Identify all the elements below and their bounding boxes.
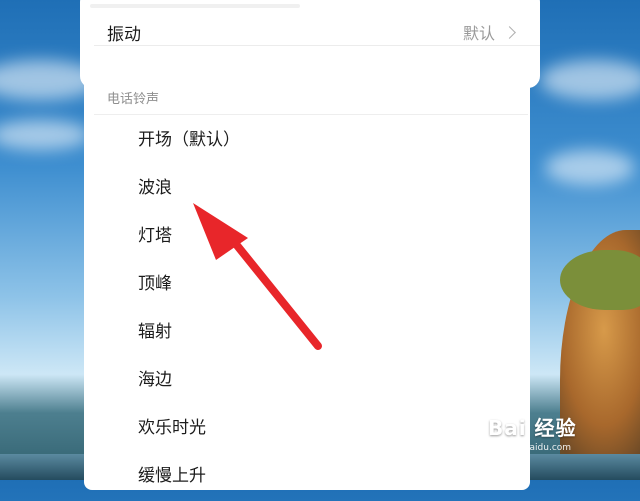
baidu-watermark: Bai 经验 jingyan.baidu.com xyxy=(488,412,577,453)
arrow-shaft xyxy=(219,224,322,350)
watermark-brand: Bai 经验 xyxy=(488,416,577,440)
watermark-url: jingyan.baidu.com xyxy=(488,443,572,453)
red-annotation-arrow-icon xyxy=(193,203,322,350)
